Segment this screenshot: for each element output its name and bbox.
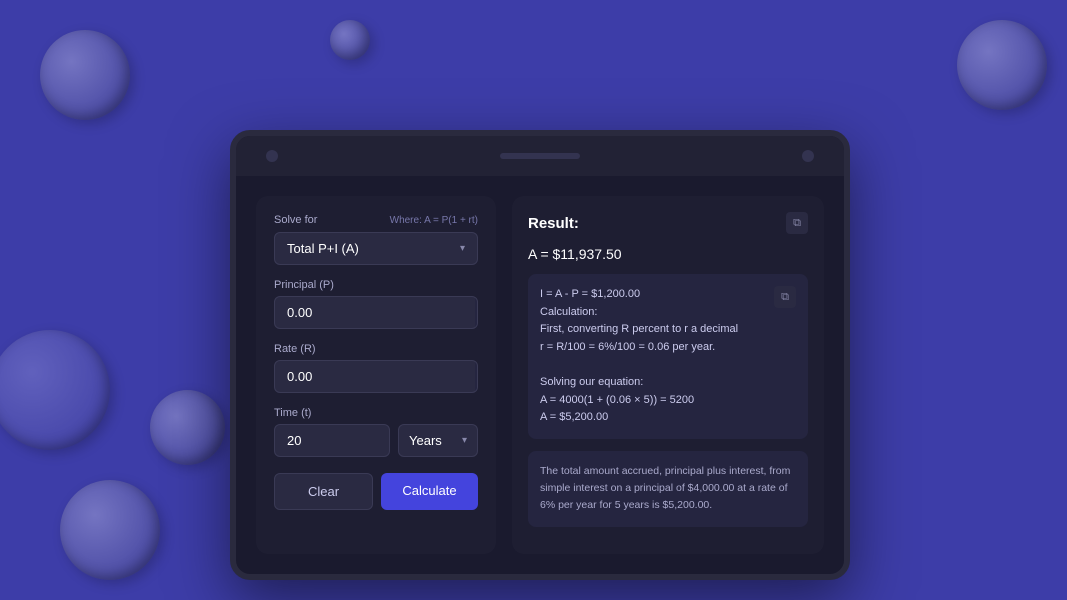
result-line2: Calculation: [540, 306, 597, 318]
tablet-mic [802, 150, 814, 162]
rate-suffix: % [475, 361, 478, 392]
copy-detail-button[interactable]: ⧉ [774, 286, 796, 308]
copy-detail-icon: ⧉ [781, 291, 789, 304]
result-line6: Solving our equation: [540, 376, 643, 388]
bg-decoration-circle-3 [60, 480, 160, 580]
copy-button[interactable]: ⧉ [786, 212, 808, 234]
result-line1: I = A - P = $1,200.00 [540, 288, 640, 300]
copy-icon: ⧉ [793, 217, 801, 230]
result-title: Result: [528, 215, 579, 232]
tablet-top-bar [236, 136, 844, 176]
tablet-camera [266, 150, 278, 162]
calculate-button[interactable]: Calculate [381, 473, 478, 510]
clear-button[interactable]: Clear [274, 473, 373, 510]
tablet-side-button [846, 325, 850, 385]
result-header: Result: ⧉ [528, 212, 808, 234]
time-unit-dropdown[interactable]: Years ▾ [398, 424, 478, 457]
rate-input-wrap: % [274, 360, 478, 393]
bg-decoration-circle-1 [40, 30, 130, 120]
bg-decoration-circle-2 [330, 20, 370, 60]
time-unit-value: Years [409, 433, 442, 448]
result-main-value: A = $11,937.50 [528, 246, 808, 262]
principal-input[interactable] [275, 297, 475, 328]
tablet-content: Solve for Where: A = P(1 + rt) Total P+I… [236, 176, 844, 574]
formula-label: Where: A = P(1 + rt) [390, 215, 478, 226]
result-box-header: I = A - P = $1,200.00 Calculation: First… [540, 286, 796, 427]
principal-suffix: $ [475, 297, 478, 328]
solve-for-value: Total P+I (A) [287, 241, 359, 256]
time-label: Time (t) [274, 407, 478, 419]
bg-decoration-circle-5 [0, 330, 110, 450]
rate-input[interactable] [275, 361, 475, 392]
time-group: Time (t) Years ▾ [274, 407, 478, 457]
principal-group: Principal (P) $ [274, 279, 478, 329]
button-row: Clear Calculate [274, 473, 478, 510]
calculator-panel: Solve for Where: A = P(1 + rt) Total P+I… [256, 196, 496, 554]
time-input-wrap: Years ▾ [274, 424, 478, 457]
tablet-speaker [500, 153, 580, 159]
solve-for-label-row: Solve for Where: A = P(1 + rt) [274, 214, 478, 226]
result-line3: First, converting R percent to r a decim… [540, 323, 738, 335]
result-line8: A = $5,200.00 [540, 411, 608, 423]
solve-for-dropdown[interactable]: Total P+I (A) ▾ [274, 232, 478, 265]
result-panel: Result: ⧉ A = $11,937.50 I = A - P = $1,… [512, 196, 824, 554]
time-number-wrap [274, 424, 390, 457]
result-detail-box: I = A - P = $1,200.00 Calculation: First… [528, 274, 808, 439]
principal-input-wrap: $ [274, 296, 478, 329]
time-input[interactable] [275, 425, 389, 456]
tablet-frame: Solve for Where: A = P(1 + rt) Total P+I… [230, 130, 850, 580]
result-line7: A = 4000(1 + (0.06 × 5)) = 5200 [540, 394, 694, 406]
result-detail-text: I = A - P = $1,200.00 Calculation: First… [540, 286, 774, 427]
rate-group: Rate (R) % [274, 343, 478, 393]
result-line4: r = R/100 = 6%/100 = 0.06 per year. [540, 341, 715, 353]
bg-decoration-circle-6 [957, 20, 1047, 110]
rate-label: Rate (R) [274, 343, 478, 355]
bg-decoration-circle-4 [150, 390, 225, 465]
chevron-down-icon: ▾ [460, 243, 465, 254]
result-full-text-box: The total amount accrued, principal plus… [528, 451, 808, 527]
time-unit-chevron-icon: ▾ [462, 435, 467, 446]
principal-label: Principal (P) [274, 279, 478, 291]
solve-for-label: Solve for [274, 214, 317, 226]
solve-for-group: Solve for Where: A = P(1 + rt) Total P+I… [274, 214, 478, 265]
result-full-text: The total amount accrued, principal plus… [540, 463, 796, 515]
